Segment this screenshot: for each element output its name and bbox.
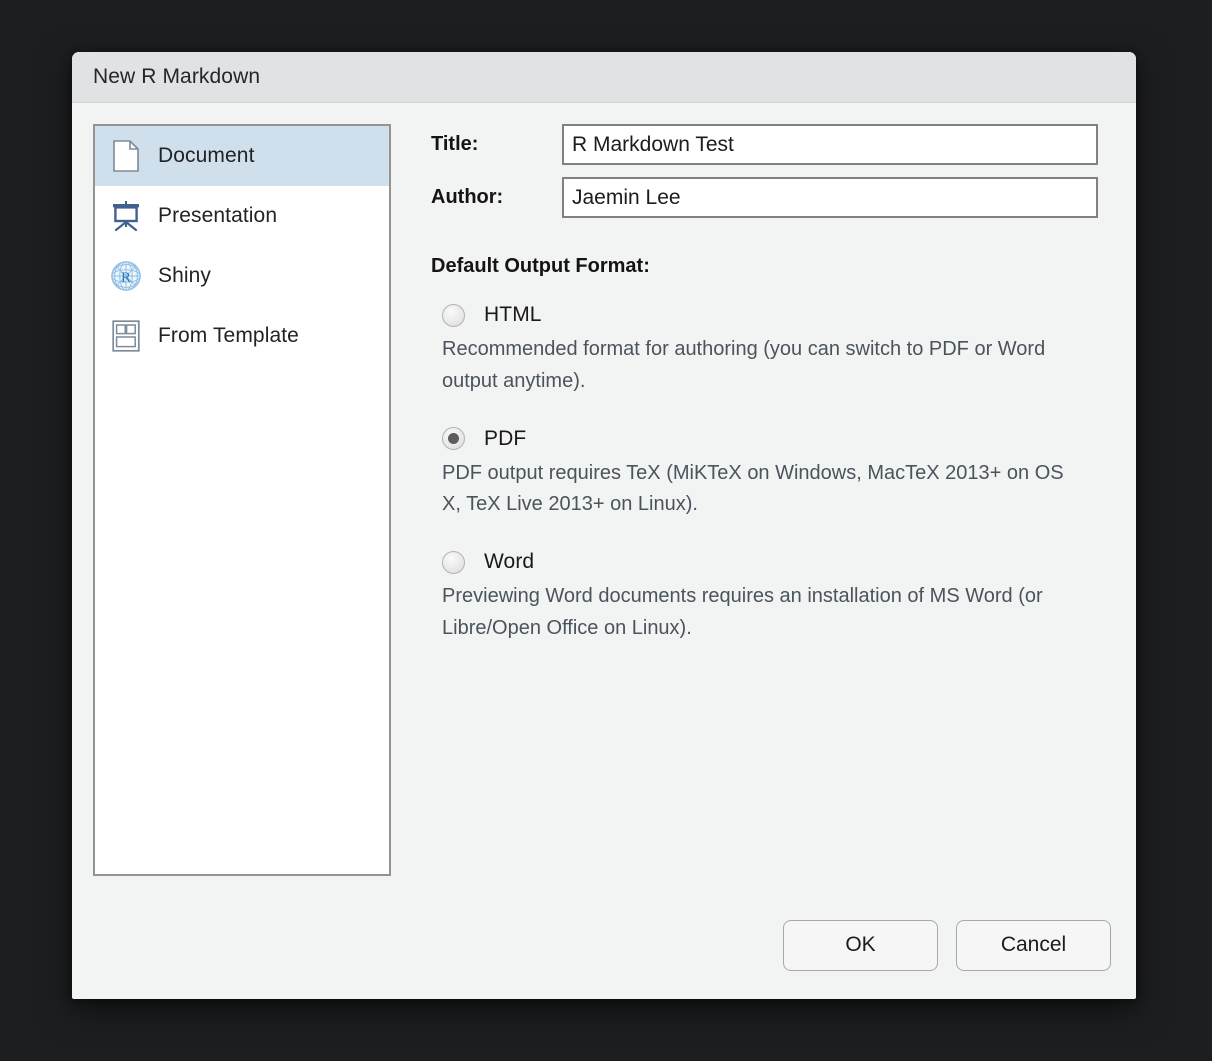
output-option-pdf: PDF PDF output requires TeX (MiKTeX on W… [431, 427, 1098, 522]
radio-html[interactable] [442, 303, 465, 327]
dialog-body: Document Presentation R Shiny From Templ… [72, 103, 1136, 891]
sidebar-item-label: Shiny [158, 264, 212, 287]
sidebar-item-label: From Template [158, 324, 299, 347]
sidebar-item-shiny[interactable]: R Shiny [95, 246, 389, 306]
output-option-pdf-header[interactable]: PDF [431, 427, 1098, 451]
author-input[interactable] [562, 177, 1098, 218]
dialog-titlebar: New R Markdown [72, 52, 1136, 103]
default-output-format-heading: Default Output Format: [431, 255, 650, 277]
sidebar-item-label: Presentation [158, 204, 278, 227]
output-option-html-label: HTML [484, 303, 542, 326]
sidebar-item-label: Document [158, 144, 255, 167]
output-option-pdf-label: PDF [484, 426, 527, 450]
title-field-row: Title: [431, 124, 1098, 165]
sidebar-item-document[interactable]: Document [95, 126, 389, 186]
shiny-globe-r-icon: R [109, 257, 143, 295]
sidebar-item-from-template[interactable]: From Template [95, 306, 389, 366]
dialog-content: Title: Author: Default Output Format: HT… [391, 124, 1136, 891]
document-type-listbox[interactable]: Document Presentation R Shiny From Templ… [93, 124, 391, 876]
output-option-word-label: Word [484, 550, 535, 574]
radio-pdf[interactable] [442, 427, 465, 451]
cancel-button[interactable]: Cancel [956, 919, 1111, 971]
output-option-word: Word Previewing Word documents requires … [431, 550, 1098, 645]
output-option-word-description: Previewing Word documents requires an in… [442, 585, 1043, 639]
author-field-row: Author: [431, 177, 1098, 218]
output-option-html-description: Recommended format for authoring (you ca… [442, 338, 1046, 392]
dialog-footer: OK Cancel [72, 891, 1136, 999]
output-option-word-header[interactable]: Word [431, 550, 1098, 574]
new-r-markdown-dialog: New R Markdown Document Presentation R S… [72, 52, 1136, 999]
radio-word[interactable] [442, 550, 465, 574]
dialog-title: New R Markdown [93, 65, 261, 88]
svg-text:R: R [121, 270, 131, 286]
desktop-background: New R Markdown Document Presentation R S… [0, 0, 1212, 1061]
template-grid-icon [109, 317, 143, 355]
sidebar-item-presentation[interactable]: Presentation [95, 186, 389, 246]
author-label: Author: [431, 186, 504, 208]
document-page-icon [109, 137, 143, 175]
output-option-pdf-description: PDF output requires TeX (MiKTeX on Windo… [442, 461, 1064, 516]
output-option-html: HTML Recommended format for authoring (y… [431, 303, 1098, 398]
ok-button[interactable]: OK [783, 919, 938, 971]
output-option-html-header[interactable]: HTML [431, 303, 1098, 327]
title-label: Title: [431, 133, 479, 155]
title-input[interactable] [562, 124, 1098, 165]
presentation-icon [109, 197, 143, 235]
